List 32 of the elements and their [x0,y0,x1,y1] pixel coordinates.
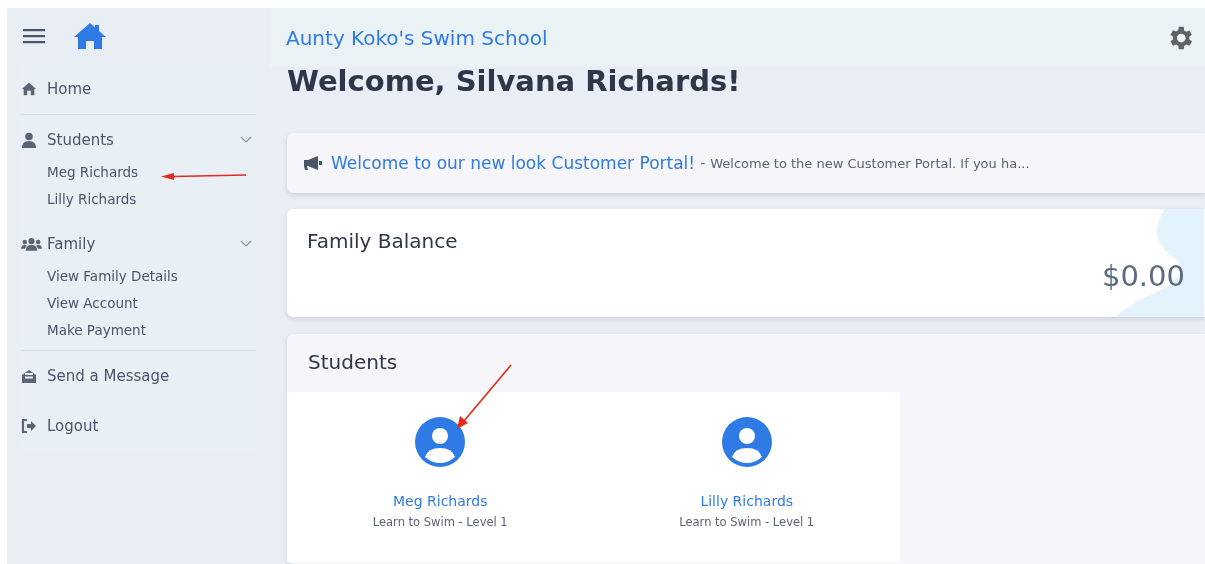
balance-title: Family Balance [307,229,459,253]
sidebar-item[interactable]: Home [21,70,256,108]
avatar-icon[interactable] [721,417,772,467]
annotation-arrow [456,364,512,430]
avatar-icon[interactable] [415,417,466,467]
separator-text: - [700,155,706,171]
student-course: Learn to Swim - Level 1 [372,515,508,529]
welcome-heading: Welcome, Silvana Richards! [287,63,742,100]
sidebar-subitem[interactable]: View Account [21,290,256,317]
student-course: Learn to Swim - Level 1 [679,515,815,529]
sidebar-subitem[interactable]: Lilly Richards [21,186,256,213]
announcement-link[interactable]: Welcome to our new look Customer Portal! [331,153,696,173]
sidebar-subitem[interactable]: View Family Details [21,263,256,290]
menu-icon[interactable] [23,28,45,44]
students-title: Students [307,349,399,376]
users-icon [21,236,42,252]
sidebar-item[interactable]: Students [21,121,256,159]
sidebar-subitem[interactable]: Meg Richards [21,159,256,186]
home-logo-icon[interactable] [73,22,107,50]
logout-icon [21,418,37,434]
sidebar-item[interactable]: Send a Message [21,357,256,395]
sidebar-item[interactable]: Logout [21,407,256,445]
student-name-link[interactable]: Lilly Richards [700,493,794,509]
home-icon [21,81,37,97]
sidebar-item[interactable]: Family [21,225,256,263]
balance-amount: $0.00 [1100,259,1185,293]
user-icon [21,132,37,148]
megaphone-icon [303,155,323,171]
announcement-text: Welcome to the new Customer Portal. If you ha... [710,155,1030,171]
sidebar-subitem[interactable]: Make Payment [21,317,256,344]
student-name-link[interactable]: Meg Richards [393,493,488,509]
app-title[interactable]: Aunty Koko's Swim School [286,25,548,50]
